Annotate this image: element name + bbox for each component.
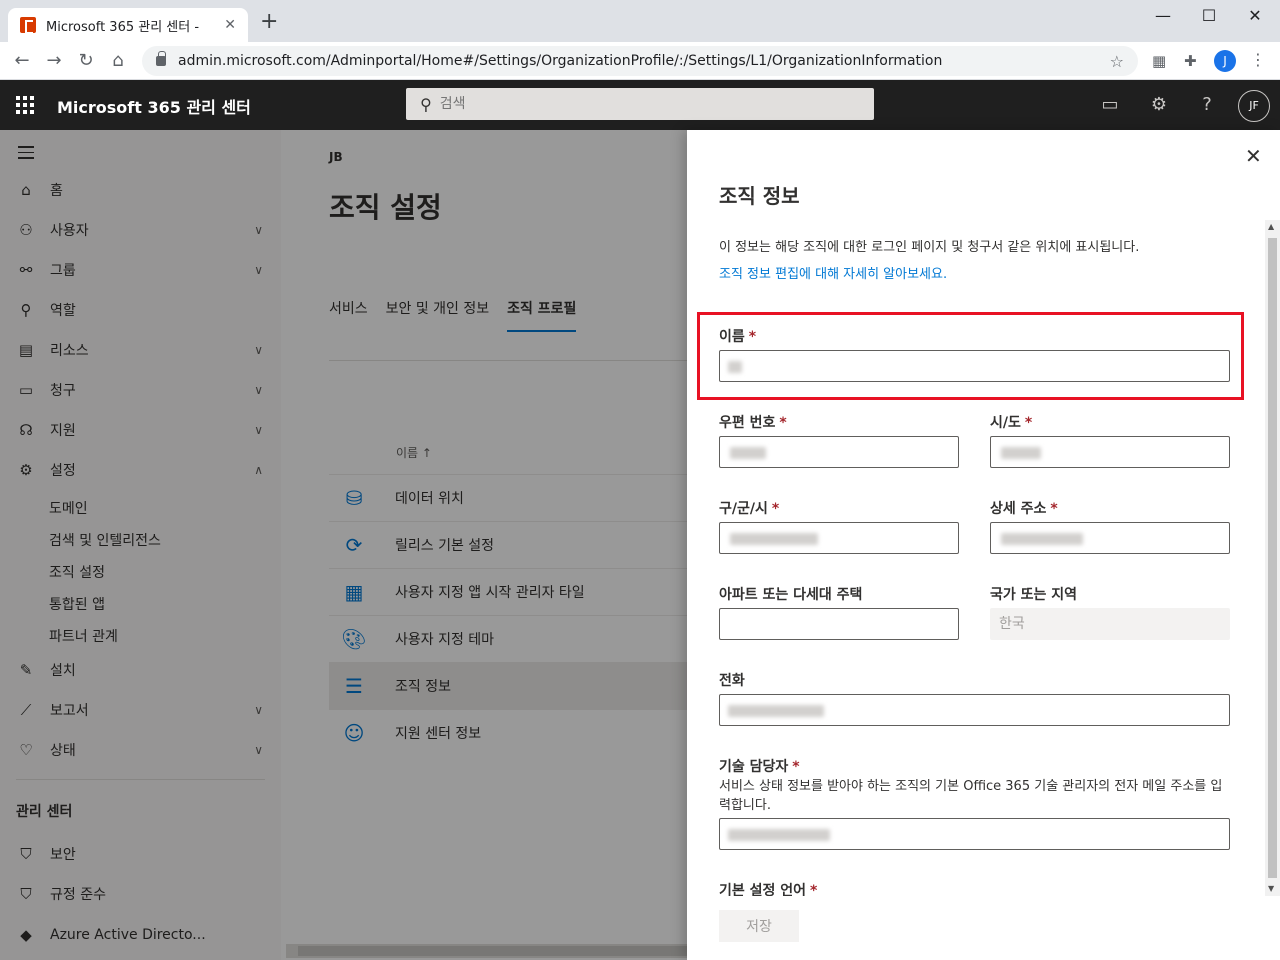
phone-field[interactable] [719,694,1230,726]
browser-menu-icon[interactable]: ⋮ [1250,50,1266,69]
scroll-up-icon[interactable]: ▲ [1268,222,1274,231]
org-info-panel: ✕ 조직 정보 이 정보는 해당 조직에 대한 로그인 페이지 및 청구서 같은… [687,130,1280,960]
panel-footer: 저장 [687,896,1265,960]
help-icon[interactable]: ? [1195,94,1219,115]
save-button[interactable]: 저장 [719,910,799,942]
minimize-icon[interactable]: — [1140,6,1186,25]
phone-label: 전화 [719,673,745,689]
url-text: admin.microsoft.com/Adminportal/Home#/Se… [178,53,943,69]
state-label-text: 시/도 [990,415,1021,431]
office-favicon-icon [20,17,36,34]
new-tab-button[interactable]: + [260,11,278,33]
required-mark: * [1050,501,1058,517]
reload-icon[interactable]: ↻ [74,50,98,72]
lock-icon [156,51,166,66]
tech-contact-label: 기술 담당자 * [719,756,800,776]
apartment-field[interactable] [719,608,959,640]
required-mark: * [771,501,780,517]
app-title[interactable]: Microsoft 365 관리 센터 [57,94,251,118]
omnibox[interactable]: admin.microsoft.com/Adminportal/Home#/Se… [142,46,1138,76]
window-close-icon[interactable]: ✕ [1232,6,1278,25]
postal-label-text: 우편 번호 [719,415,776,431]
state-label: 시/도 * [990,412,1032,432]
name-field-highlight [697,312,1244,400]
tab-title: Microsoft 365 관리 센터 - [46,19,200,35]
address-field[interactable] [990,522,1230,554]
learn-more-link[interactable]: 조직 정보 편집에 대해 자세히 알아보세요. [719,263,947,282]
city-field[interactable] [719,522,959,554]
tech-contact-description: 서비스 상태 정보를 받아야 하는 조직의 기본 Office 365 기술 관… [719,779,1223,813]
postal-code-field[interactable] [719,436,959,468]
browser-profile-avatar[interactable]: J [1214,50,1236,72]
bookmark-star-icon[interactable]: ☆ [1110,52,1124,71]
apartment-label: 아파트 또는 다세대 주택 [719,587,863,603]
postal-label: 우편 번호 * [719,412,787,432]
maximize-icon[interactable]: ☐ [1186,6,1232,25]
tab-close-icon[interactable]: ✕ [224,17,236,33]
scroll-down-icon[interactable]: ▼ [1268,884,1274,893]
state-field[interactable] [990,436,1230,468]
search-box[interactable]: ⚲ [406,88,874,120]
browser-tab[interactable]: Microsoft 365 관리 센터 - ✕ [8,8,248,42]
required-mark: * [792,759,800,775]
terminal-icon[interactable]: ▭ [1098,94,1122,115]
user-avatar[interactable]: JF [1238,90,1270,122]
forward-icon[interactable]: → [42,50,66,72]
settings-gear-icon[interactable]: ⚙ [1147,94,1171,115]
app-header: Microsoft 365 관리 센터 ⚲ ▭ ⚙ ? JF [0,80,1280,130]
modal-overlay[interactable] [0,130,687,960]
country-value: 한국 [999,616,1025,632]
panel-title: 조직 정보 [719,184,800,208]
panel-scrollbar[interactable]: ▲ ▼ [1265,220,1280,896]
tech-contact-field[interactable] [719,818,1230,850]
browser-tab-bar: Microsoft 365 관리 센터 - ✕ + — ☐ ✕ [0,0,1280,42]
required-mark: * [1024,415,1033,431]
country-field: 한국 [990,608,1230,640]
extensions-puzzle-icon[interactable]: ✚ [1184,52,1197,70]
country-label: 국가 또는 지역 [990,587,1078,603]
qr-extension-icon[interactable]: ▦ [1152,52,1166,70]
back-icon[interactable]: ← [10,50,34,72]
search-input[interactable] [439,96,860,112]
app-launcher-icon[interactable] [16,96,34,114]
search-icon: ⚲ [420,94,432,114]
tech-contact-label-text: 기술 담당자 [719,759,789,775]
address-label: 상세 주소 * [990,498,1058,518]
home-browser-icon[interactable]: ⌂ [106,50,130,72]
scrollbar-thumb[interactable] [1268,238,1277,878]
city-label: 구/군/시 * [719,498,779,518]
address-bar: ← → ↻ ⌂ admin.microsoft.com/Adminportal/… [0,42,1280,80]
panel-description: 이 정보는 해당 조직에 대한 로그인 페이지 및 청구서 같은 위치에 표시됩… [719,240,1140,255]
city-label-text: 구/군/시 [719,501,768,517]
address-label-text: 상세 주소 [990,501,1047,517]
required-mark: * [779,415,787,431]
close-icon[interactable]: ✕ [1245,144,1262,168]
